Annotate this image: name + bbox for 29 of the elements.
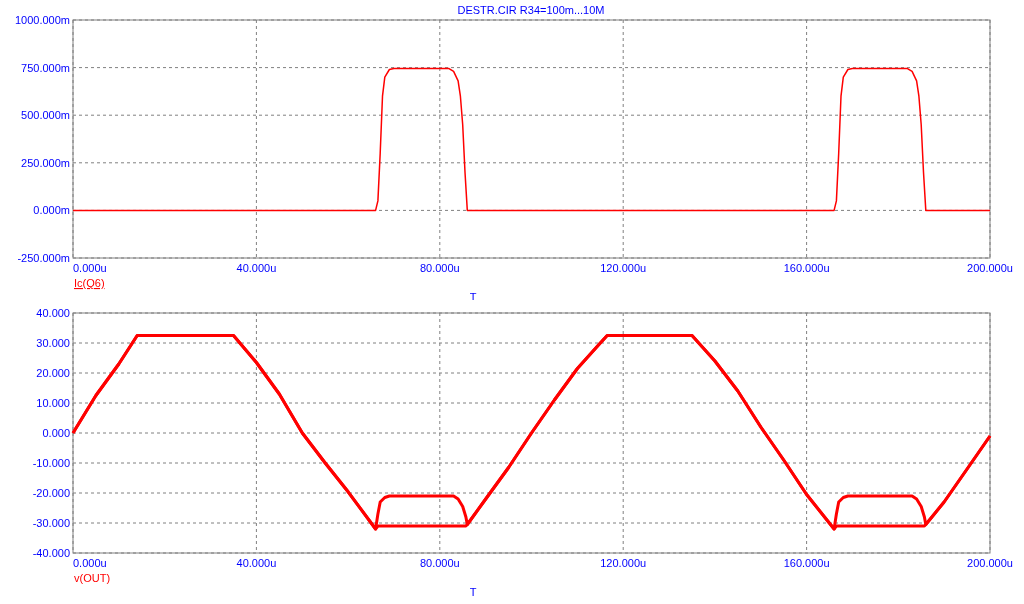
y-tick-label: -30.000 bbox=[32, 517, 70, 529]
x-tick-label: 0.000u bbox=[73, 262, 107, 274]
y-tick-label: -10.000 bbox=[32, 457, 70, 469]
x-tick-label: 80.000u bbox=[419, 557, 460, 569]
y-tick-label: 500.000m bbox=[21, 109, 70, 122]
x-tick-label: 80.000u bbox=[419, 262, 460, 274]
y-tick-label: 10.000 bbox=[36, 397, 70, 409]
y-tick-label: 0.000 bbox=[42, 427, 70, 439]
y-tick-label: -20.000 bbox=[32, 487, 70, 499]
x-axis-label: T bbox=[469, 586, 477, 598]
y-tick-label: 40.000 bbox=[36, 307, 70, 319]
x-tick-label: 40.000u bbox=[236, 262, 277, 274]
y-tick-label: -40.000 bbox=[32, 547, 70, 559]
x-tick-label: 200.000u bbox=[967, 557, 1013, 569]
y-tick-label: -250.000m bbox=[17, 252, 70, 264]
y-tick-label: 250.000m bbox=[21, 156, 70, 169]
chart-title: DESTR.CIR R34=100m...10M bbox=[457, 4, 605, 16]
x-tick-label: 160.000u bbox=[783, 557, 830, 569]
x-tick-label: 160.000u bbox=[783, 262, 830, 274]
x-tick-label: 120.000u bbox=[600, 262, 647, 274]
x-tick-label: 200.000u bbox=[967, 262, 1013, 274]
y-tick-label: 0.000m bbox=[33, 204, 70, 217]
x-tick-label: 0.000u bbox=[73, 557, 107, 569]
y-tick-label: 750.000m bbox=[21, 61, 70, 74]
y-tick-label: 20.000 bbox=[36, 367, 70, 379]
y-tick-label: 1000.000m bbox=[14, 14, 70, 26]
x-tick-label: 120.000u bbox=[600, 557, 647, 569]
y-tick-label: 30.000 bbox=[36, 337, 70, 349]
x-tick-label: 40.000u bbox=[236, 557, 277, 569]
